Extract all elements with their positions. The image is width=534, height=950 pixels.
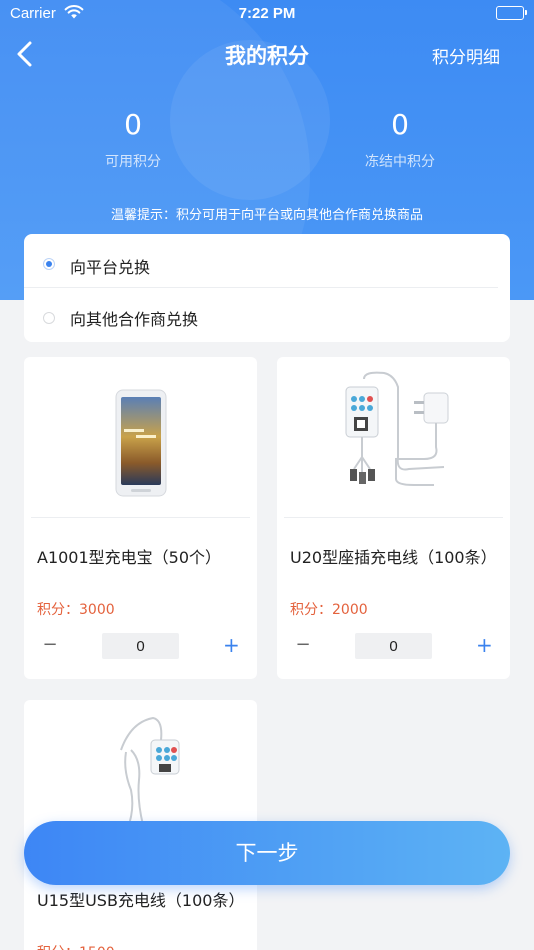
product-price: 积分：3000 (37, 602, 115, 618)
product-image (31, 357, 250, 518)
exchange-option-label: 向其他合作商兑换 (70, 310, 199, 329)
charging-cable-image (345, 371, 449, 486)
available-points-label: 可用积分 (105, 154, 161, 170)
product-card: A1001型充电宝（50个） 积分：3000 − + (24, 357, 257, 679)
tip-text: 温馨提示：积分可用于向平台或向其他合作商兑换商品 (110, 208, 423, 223)
status-time: 7:22 PM (238, 5, 296, 22)
decrease-button[interactable]: − (42, 633, 58, 657)
battery-icon (496, 6, 527, 20)
next-step-button[interactable]: 下一步 (24, 821, 510, 885)
available-points: 0 可用积分 (33, 108, 233, 171)
product-price: 积分：2000 (290, 602, 368, 618)
frozen-points: 0 冻结中积分 (300, 108, 500, 171)
increase-button[interactable]: + (223, 633, 240, 657)
exchange-options-card: 向平台兑换 向其他合作商兑换 (24, 234, 510, 342)
product-name: U15型USB充电线（100条） (37, 891, 245, 910)
frozen-points-value: 0 (391, 108, 409, 141)
navigation-bar: 我的积分 积分明细 (0, 30, 534, 78)
quantity-stepper: − + (24, 633, 257, 659)
quantity-stepper: − + (277, 633, 510, 659)
frozen-points-label: 冻结中积分 (365, 154, 435, 170)
product-price: 积分：1500 (37, 942, 115, 950)
product-image (284, 357, 503, 518)
points-detail-link[interactable]: 积分明细 (432, 43, 500, 68)
status-bar: Carrier 7:22 PM (0, 0, 534, 28)
product-name: U20型座插充电线（100条） (290, 548, 497, 567)
radio-unselected-icon[interactable] (43, 312, 55, 324)
exchange-option-platform[interactable]: 向平台兑换 (24, 234, 498, 288)
available-points-value: 0 (124, 108, 142, 141)
radio-selected-icon[interactable] (43, 258, 55, 270)
product-name: A1001型充电宝（50个） (37, 548, 222, 567)
exchange-option-partner[interactable]: 向其他合作商兑换 (24, 288, 510, 342)
power-bank-image (115, 389, 167, 497)
increase-button[interactable]: + (476, 633, 493, 657)
decrease-button[interactable]: − (295, 633, 311, 657)
back-arrow-icon[interactable] (14, 40, 38, 68)
exchange-option-label: 向平台兑换 (70, 258, 151, 277)
product-card: U20型座插充电线（100条） 积分：2000 − + (277, 357, 510, 679)
quantity-input[interactable] (102, 633, 179, 659)
quantity-input[interactable] (355, 633, 432, 659)
